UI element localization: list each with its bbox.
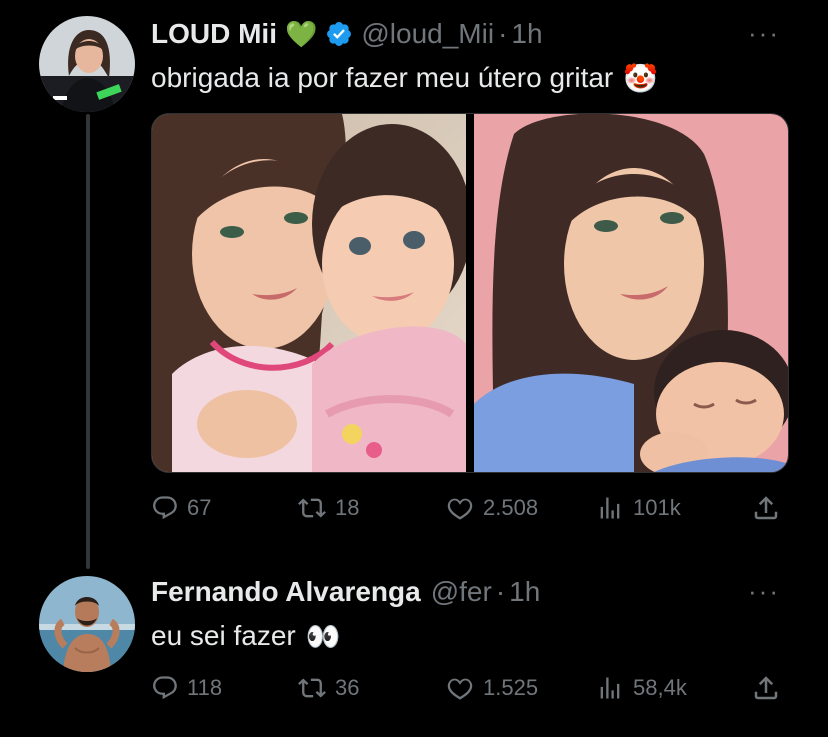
views-icon — [595, 674, 625, 702]
share-icon — [751, 673, 781, 703]
tweet-text: eu sei fazer 👀 — [151, 616, 341, 656]
retweet-count: 18 — [335, 495, 360, 520]
retweet-icon — [297, 674, 327, 702]
photo-mother-and-daughter[interactable] — [152, 114, 472, 472]
tweet-text-content: eu sei fazer — [151, 620, 296, 651]
views-count: 101k — [633, 495, 681, 520]
green-heart-emoji: 💚 — [285, 18, 318, 49]
like-count: 2.508 — [483, 495, 539, 520]
like-button[interactable]: 2.508 — [445, 494, 538, 522]
reply-count: 67 — [187, 495, 212, 520]
retweet-button[interactable]: 18 — [297, 494, 359, 522]
retweet-icon — [297, 494, 327, 522]
separator-dot: · — [498, 18, 508, 49]
clown-emoji: 🤡 — [623, 62, 659, 94]
heart-icon — [445, 674, 475, 702]
reply-icon — [151, 674, 179, 702]
like-count: 1.525 — [483, 675, 539, 700]
timestamp[interactable]: 1h — [511, 18, 542, 50]
views-icon — [595, 494, 625, 522]
share-icon — [751, 493, 781, 523]
like-button[interactable]: 1.525 — [445, 674, 538, 702]
user-handle[interactable]: @fer — [431, 576, 492, 608]
more-options-button[interactable]: ··· — [748, 18, 780, 49]
separator-dot: · — [495, 576, 506, 607]
retweet-button[interactable]: 36 — [297, 674, 359, 702]
avatar[interactable] — [39, 16, 135, 112]
timestamp[interactable]: 1h — [509, 576, 540, 608]
tweet-header: LOUD Mii 💚 @loud_Mii · 1h — [151, 14, 543, 54]
user-handle[interactable]: @loud_Mii — [361, 18, 494, 50]
tweet-text: obrigada ia por fazer meu útero gritar 🤡 — [151, 58, 658, 98]
verified-badge-icon — [325, 20, 353, 48]
tweet-fernando-alvarenga: Fernando Alvarenga @fer · 1h ··· eu sei … — [0, 570, 828, 737]
share-button[interactable] — [751, 673, 781, 703]
views-button[interactable]: 58,4k — [595, 674, 687, 702]
display-name[interactable]: LOUD Mii — [151, 18, 277, 50]
share-button[interactable] — [751, 493, 781, 523]
tweet-text-content: obrigada ia por fazer meu útero gritar — [151, 62, 614, 93]
display-name[interactable]: Fernando Alvarenga — [151, 576, 421, 608]
tweet-actions: 67 18 2.508 101k — [151, 490, 787, 526]
heart-icon — [445, 494, 475, 522]
reply-button[interactable]: 67 — [151, 494, 211, 522]
avatar[interactable] — [39, 576, 135, 672]
tweet-header: Fernando Alvarenga @fer · 1h — [151, 572, 540, 612]
media-grid — [151, 113, 789, 473]
reply-count: 118 — [187, 675, 223, 700]
reply-button[interactable]: 118 — [151, 674, 222, 702]
retweet-count: 36 — [335, 675, 360, 700]
tweet-actions: 118 36 1.525 58,4k — [151, 670, 787, 706]
photo-mother-and-baby[interactable] — [474, 114, 788, 472]
views-count: 58,4k — [633, 675, 687, 700]
eyes-emoji: 👀 — [305, 620, 341, 652]
more-options-button[interactable]: ··· — [748, 576, 780, 607]
reply-icon — [151, 494, 179, 522]
views-button[interactable]: 101k — [595, 494, 681, 522]
tweet-loud-mii: LOUD Mii 💚 @loud_Mii · 1h ··· obrigada i… — [0, 0, 828, 570]
thread-line — [86, 114, 90, 569]
